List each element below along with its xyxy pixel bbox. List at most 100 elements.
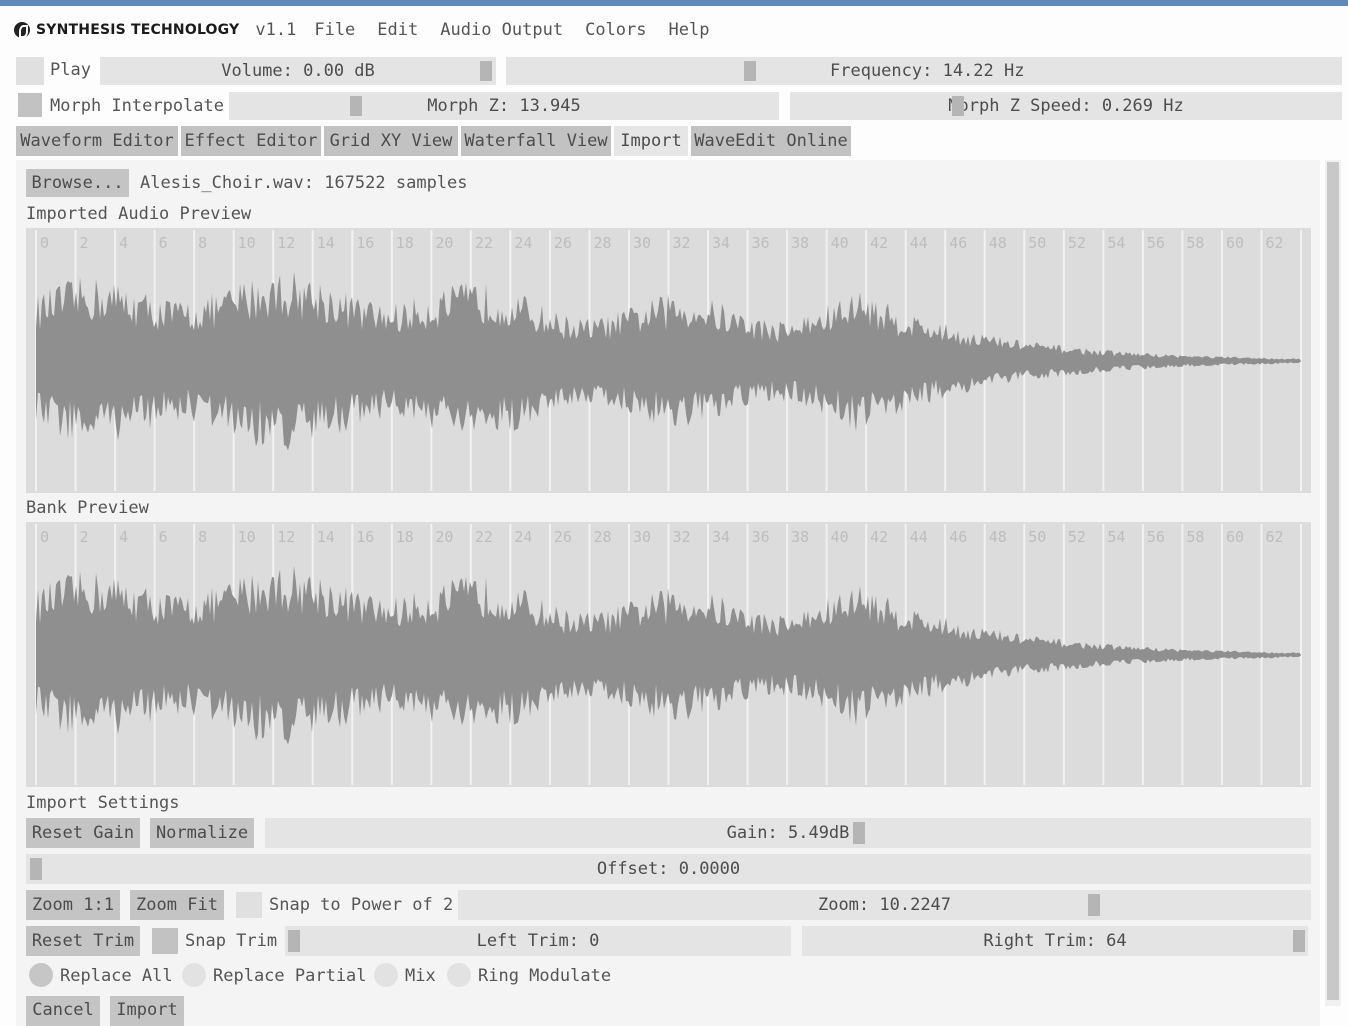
volume-value: Volume: 0.00 dB [221,61,375,81]
reset-gain-button[interactable]: Reset Gain [26,818,140,848]
left-trim-value: Left Trim: 0 [476,931,600,951]
wave-tick-label: 32 [673,234,691,252]
wave-tick-label: 58 [1186,234,1204,252]
snap-power-of-2-checkbox[interactable] [236,892,262,918]
menu-file[interactable]: File [314,20,355,40]
wave-tick-label: 10 [238,528,256,546]
morph-interpolate-label: Morph Interpolate [50,96,224,116]
wave-tick-label: 44 [910,528,928,546]
morph-z-speed-slider[interactable]: Morph Z Speed: 0.269 Hz [790,92,1342,120]
wave-tick-label: 28 [593,528,611,546]
tab-waterfall-view[interactable]: Waterfall View [461,126,611,156]
offset-slider-thumb[interactable] [30,858,42,880]
wave-tick-label: 34 [712,234,730,252]
wave-tick-label: 26 [554,528,572,546]
morph-z-slider[interactable]: Morph Z: 13.945 [229,92,779,120]
wave-tick-label: 46 [949,234,967,252]
reset-trim-button[interactable]: Reset Trim [26,926,140,956]
left-trim-slider-thumb[interactable] [288,930,300,952]
wave-tick-label: 8 [198,528,207,546]
gain-slider[interactable]: Gain: 5.49dB [265,818,1311,848]
frequency-value: Frequency: 14.22 Hz [830,61,1025,81]
zoom-fit-button[interactable]: Zoom Fit [130,890,224,920]
play-label: Play [50,60,91,80]
zoom-slider-thumb[interactable] [1088,894,1100,916]
wave-tick-label: 52 [1068,528,1086,546]
wave-tick-label: 2 [80,234,89,252]
zoom-slider[interactable]: Zoom: 10.2247 [458,890,1311,920]
wave-tick-label: 28 [593,234,611,252]
offset-slider[interactable]: Offset: 0.0000 [26,854,1311,884]
wave-tick-label: 40 [831,528,849,546]
wave-tick-label: 16 [356,234,374,252]
wave-tick-label: 54 [1107,528,1125,546]
wave-tick-label: 2 [80,528,89,546]
replace-all-label: Replace All [60,966,173,986]
mix-label: Mix [405,966,436,986]
panel-scrollbar-thumb[interactable] [1327,162,1339,1000]
wave-tick-label: 22 [475,528,493,546]
wave-tick-label: 48 [989,234,1007,252]
wave-tick-label: 4 [119,528,128,546]
imported-preview-label: Imported Audio Preview [26,204,252,224]
replace-all-radio[interactable] [29,963,53,987]
wave-tick-label: 24 [514,528,532,546]
morph-z-speed-value: Morph Z Speed: 0.269 Hz [948,96,1184,116]
right-trim-slider-thumb[interactable] [1293,930,1305,952]
tab-import[interactable]: Import [614,126,688,156]
wave-tick-label: 54 [1107,234,1125,252]
wave-tick-label: 12 [277,234,295,252]
wave-tick-label: 6 [159,528,168,546]
wave-tick-label: 18 [396,528,414,546]
frequency-slider-thumb[interactable] [744,61,756,81]
imported-waveform-plot: 0 2 4 6 8 10 12 14 16 18 20 22 24 26 28 30 32 34 36 38 40 42 4… [35,230,1302,491]
import-button[interactable]: Import [110,996,184,1026]
snap-trim-checkbox[interactable] [152,928,178,954]
zoom-value: Zoom: 10.2247 [817,895,952,915]
imported-audio-preview[interactable]: 0 2 4 6 8 10 12 14 16 18 20 22 24 26 28 30 32 34 36 38 40 42 4… [26,228,1311,493]
wave-tick-label: 26 [554,234,572,252]
left-trim-slider[interactable]: Left Trim: 0 [285,926,791,956]
brand-name: SYNTHESIS TECHNOLOGY [36,22,240,38]
mix-radio[interactable] [374,963,398,987]
cancel-button[interactable]: Cancel [26,996,100,1026]
wave-tick-label: 44 [910,234,928,252]
morph-z-slider-thumb[interactable] [350,96,362,116]
right-trim-slider[interactable]: Right Trim: 64 [802,926,1308,956]
zoom-1-1-button[interactable]: Zoom 1:1 [26,890,120,920]
synthesis-logo-icon [14,22,30,38]
tab-effect-editor[interactable]: Effect Editor [181,126,321,156]
ring-modulate-radio[interactable] [447,963,471,987]
browse-button[interactable]: Browse... [26,169,129,197]
file-info: Alesis_Choir.wav: 167522 samples [140,173,468,193]
wave-tick-label: 22 [475,234,493,252]
wave-tick-label: 12 [277,528,295,546]
wave-tick-label: 24 [514,234,532,252]
bank-preview-label: Bank Preview [26,498,149,518]
tab-waveedit-online[interactable]: WaveEdit Online [691,126,851,156]
gain-slider-thumb[interactable] [853,822,865,844]
frequency-slider[interactable]: Frequency: 14.22 Hz [506,57,1342,85]
app-version: v1.1 [255,20,297,40]
bank-preview[interactable]: 0 2 4 6 8 10 12 14 16 18 20 22 24 26 28 30 32 34 36 38 40 42 4… [26,522,1311,787]
wave-tick-label: 50 [1028,528,1046,546]
wave-tick-label: 52 [1068,234,1086,252]
menu-edit[interactable]: Edit [377,20,418,40]
wave-tick-label: 38 [791,528,809,546]
menu-colors[interactable]: Colors [585,20,646,40]
menu-help[interactable]: Help [669,20,710,40]
menu-audio-output[interactable]: Audio Output [440,20,563,40]
tab-waveform-editor[interactable]: Waveform Editor [16,126,178,156]
normalize-button[interactable]: Normalize [150,818,254,848]
volume-slider[interactable]: Volume: 0.00 dB [100,57,496,85]
wave-tick-label: 6 [159,234,168,252]
morph-z-speed-slider-thumb[interactable] [952,96,964,116]
volume-slider-thumb[interactable] [480,61,492,81]
tab-grid-xy-view[interactable]: Grid XY View [324,126,458,156]
wave-tick-label: 14 [317,528,335,546]
morph-interpolate-checkbox[interactable] [18,93,42,117]
wave-tick-label: 56 [1147,234,1165,252]
replace-partial-radio[interactable] [182,963,206,987]
play-checkbox[interactable] [16,57,44,85]
wave-tick-label: 34 [712,528,730,546]
